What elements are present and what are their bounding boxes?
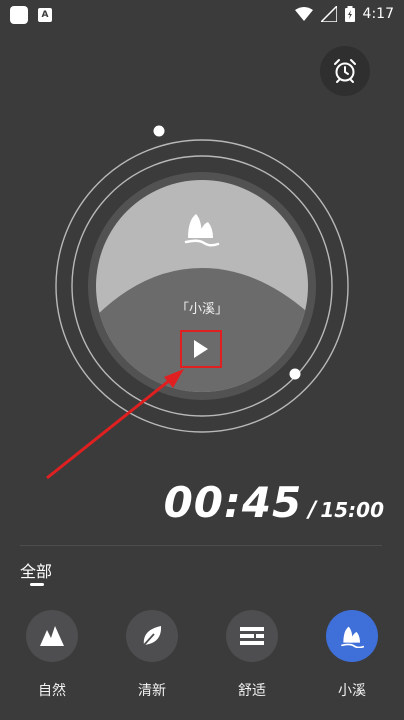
category-stream-label: 小溪 bbox=[338, 683, 366, 699]
category-row: 自然 清新 舒适 小溪 bbox=[0, 610, 404, 710]
filter-underline bbox=[30, 583, 44, 586]
filter-all-tab[interactable]: 全部 bbox=[20, 558, 52, 582]
category-fresh-label: 清新 bbox=[138, 683, 166, 699]
category-nature-label: 自然 bbox=[38, 683, 66, 699]
divider bbox=[20, 545, 382, 546]
category-comfort-label: 舒适 bbox=[238, 683, 266, 699]
stream-icon bbox=[341, 626, 364, 648]
category-nature-circle bbox=[26, 610, 78, 662]
mountain-icon bbox=[40, 626, 64, 646]
timer-separator: / bbox=[308, 498, 317, 523]
timer: 00:45 / 15:00 bbox=[164, 478, 384, 527]
comfort-icon bbox=[240, 627, 264, 645]
category-nature[interactable]: 自然 bbox=[17, 610, 87, 700]
category-fresh-circle bbox=[126, 610, 178, 662]
timer-elapsed: 00:45 bbox=[163, 478, 303, 527]
category-stream[interactable]: 小溪 bbox=[317, 610, 387, 700]
category-stream-circle bbox=[326, 610, 378, 662]
category-comfort[interactable]: 舒适 bbox=[217, 610, 287, 700]
timer-total[interactable]: 15:00 bbox=[320, 498, 384, 522]
category-fresh[interactable]: 清新 bbox=[117, 610, 187, 700]
leaf-icon bbox=[143, 626, 162, 646]
category-comfort-circle bbox=[226, 610, 278, 662]
